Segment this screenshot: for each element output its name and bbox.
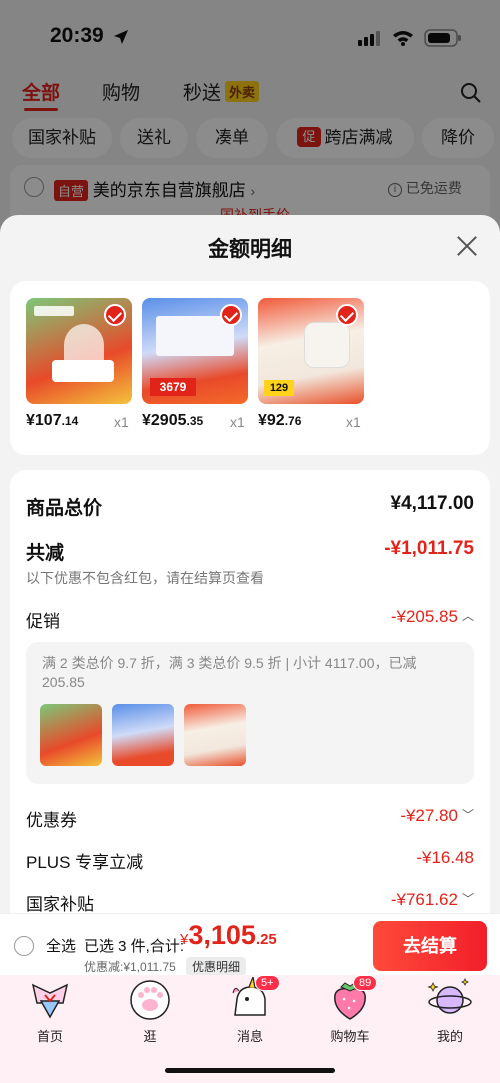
- reduce-hint: 以下优惠不包含红包，请在结算页查看: [26, 570, 264, 586]
- tabbar-item-messages[interactable]: 消息 5+: [215, 974, 285, 1045]
- reduce-value: -¥1,011.75: [384, 538, 474, 559]
- product-item[interactable]: ¥107.14 x1: [26, 298, 132, 430]
- tabbar-item-home[interactable]: 首页: [15, 975, 85, 1045]
- plus-value: -¥16.48: [416, 848, 474, 867]
- plus-label: PLUS 专享立减: [26, 853, 144, 872]
- promo-thumb: [112, 704, 174, 766]
- product-image-kettle: [26, 298, 132, 404]
- promo-detail-box: 满 2 类总价 9.7 折，满 3 类总价 9.5 折 | 小计 4117.00…: [26, 642, 474, 784]
- product-item[interactable]: 129 ¥92.76 x1: [258, 298, 364, 430]
- selected-check-icon: [220, 304, 242, 326]
- promo-description: 满 2 类总价 9.7 折，满 3 类总价 9.5 折 | 小计 4117.00…: [42, 655, 417, 690]
- chevron-down-icon: ﹀: [461, 892, 474, 906]
- promo-thumb: [40, 704, 102, 766]
- total-label: 商品总价: [26, 498, 103, 519]
- product-item[interactable]: 3679 ¥2905.35 x1: [142, 298, 248, 430]
- coupon-label: 优惠券: [26, 811, 77, 830]
- coupon-row-toggle[interactable]: -¥27.80 ﹀: [400, 806, 474, 826]
- amount-cents: .25: [255, 931, 277, 948]
- product-qty: x1: [114, 414, 129, 430]
- product-qty: x1: [346, 414, 361, 430]
- chevron-up-icon: ︿: [461, 609, 474, 623]
- promo-row-toggle[interactable]: -¥205.85 ︿: [391, 607, 474, 627]
- product-price: ¥2905.35: [142, 412, 204, 429]
- product-price: ¥92.76: [258, 412, 302, 429]
- message-badge: 5+: [255, 975, 280, 991]
- promo-label: 促销: [26, 612, 60, 631]
- sheet-title: 金额明细: [208, 238, 292, 261]
- select-all-radio[interactable]: [14, 936, 34, 956]
- home-indicator: [165, 1068, 335, 1073]
- subsidy-value: -¥761.62: [390, 890, 458, 909]
- planet-icon: [427, 978, 472, 1014]
- tabbar-item-cart[interactable]: 购物车 89: [315, 975, 385, 1045]
- discount-detail-button[interactable]: 优惠明细: [186, 957, 247, 976]
- product-price: ¥107.14: [26, 412, 79, 429]
- select-all-label[interactable]: 全选: [46, 935, 76, 956]
- tabbar-label: 我的: [436, 1029, 463, 1044]
- total-amount: ¥3,105.25: [180, 920, 277, 951]
- checkout-bar: 全选 已选 3 件,合计: ¥3,105.25 优惠减:¥1,011.75 优惠…: [0, 913, 500, 976]
- checkout-button[interactable]: 去结算: [373, 921, 487, 971]
- paw-icon: [130, 980, 170, 1020]
- total-value: ¥4,117.00: [390, 493, 474, 514]
- close-icon[interactable]: [456, 235, 478, 257]
- subsidy-row-toggle[interactable]: -¥761.62 ﹀: [391, 890, 474, 910]
- selected-check-icon: [336, 304, 358, 326]
- products-card: ¥107.14 x1 3679 ¥2905.35 x1 129 ¥92.76 x…: [10, 281, 490, 455]
- tabbar-label: 购物车: [330, 1029, 370, 1044]
- reduce-label: 共减: [26, 543, 65, 564]
- tabbar-item-profile[interactable]: 我的: [415, 975, 485, 1045]
- product-image-fridge: 3679: [142, 298, 248, 404]
- amount-main: 3,105: [188, 920, 256, 950]
- promo-thumb: [184, 704, 246, 766]
- chevron-down-icon: ﹀: [461, 808, 474, 822]
- amount-detail-sheet: 金额明细 ¥107.14 x1 3679 ¥2905.35 x1 129 ¥92…: [0, 215, 500, 975]
- cart-badge: 89: [353, 975, 378, 991]
- tabbar-label: 首页: [36, 1029, 63, 1044]
- subsidy-label: 国家补贴: [26, 895, 94, 914]
- coupon-value: -¥27.80: [400, 806, 458, 825]
- selected-check-icon: [104, 304, 126, 326]
- product-qty: x1: [230, 414, 245, 430]
- selected-count: 已选 3 件,合计:: [84, 938, 185, 955]
- promo-value: -¥205.85: [390, 607, 458, 626]
- tabbar-label: 逛: [143, 1029, 157, 1044]
- discount-summary: 优惠减:¥1,011.75: [84, 960, 176, 974]
- tabbar-item-browse[interactable]: 逛: [115, 975, 185, 1045]
- home-sailor-icon: [31, 983, 69, 1019]
- bottom-tabbar: 首页 逛 消息 5+ 购物车 89 我的: [0, 974, 500, 1083]
- tabbar-label: 消息: [236, 1029, 263, 1044]
- product-image-rice-cooker: 129: [258, 298, 364, 404]
